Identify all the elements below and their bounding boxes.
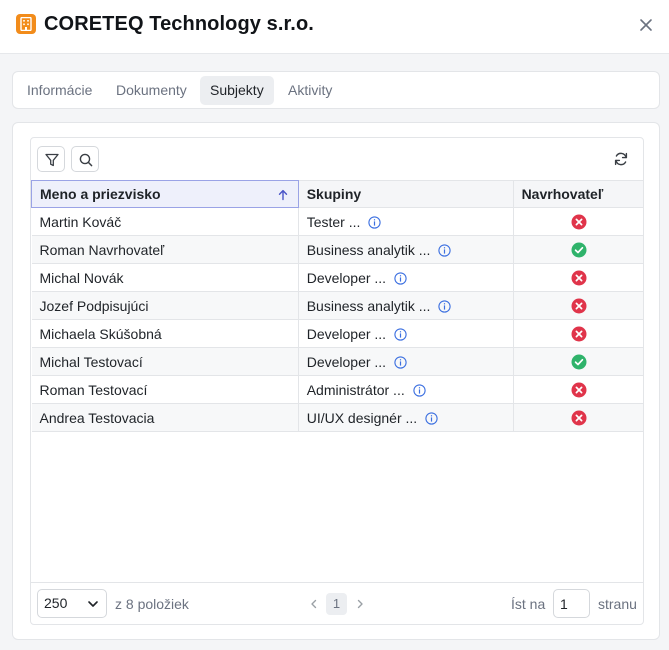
cell-proposer (513, 207, 643, 236)
cell-groups: Business analytik ... (298, 291, 514, 320)
cell-name: Michal Testovací (31, 347, 299, 376)
column-header-label: Meno a priezvisko (40, 186, 161, 202)
goto-page-suffix: stranu (598, 596, 637, 612)
info-icon[interactable] (438, 243, 452, 257)
column-header-proposer[interactable]: Navrhovateľ (513, 180, 643, 208)
check-circle-icon (571, 353, 587, 370)
x-circle-icon (571, 269, 587, 286)
tab-bar: Informácie Dokumenty Subjekty Aktivity (12, 71, 660, 109)
info-icon[interactable] (394, 271, 407, 285)
dialog-header: CORETEQ Technology s.r.o. (0, 0, 669, 54)
column-header-label: Navrhovateľ (521, 186, 604, 202)
info-icon[interactable] (413, 383, 426, 397)
x-circle-icon (571, 297, 587, 314)
column-header-label: Skupiny (306, 186, 362, 202)
table-row[interactable]: Michal Testovací Developer ... (31, 347, 643, 376)
close-icon[interactable] (638, 17, 654, 33)
groups-text: Developer ... (306, 325, 387, 342)
cell-proposer (513, 375, 643, 404)
table-row[interactable]: Michal Novák Developer ... (31, 263, 643, 292)
cell-name: Roman Navrhovateľ (31, 235, 299, 264)
info-icon[interactable] (425, 411, 438, 425)
cell-name: Roman Testovací (31, 375, 299, 404)
table-header-row: Meno a priezvisko Skupiny Navrhovateľ (31, 180, 643, 208)
groups-text: Tester ... (306, 213, 361, 230)
x-circle-icon (571, 213, 587, 230)
column-header-groups[interactable]: Skupiny (298, 180, 514, 208)
cell-groups: Developer ... (298, 263, 514, 292)
cell-proposer (513, 403, 643, 432)
content-panel: Meno a priezvisko Skupiny Navrhovateľ Ma… (12, 122, 660, 640)
cell-groups: Business analytik ... (298, 235, 514, 264)
column-header-name[interactable]: Meno a priezvisko (31, 180, 299, 208)
table-row[interactable]: Andrea Testovacia UI/UX designér ... (31, 403, 643, 432)
check-circle-icon (571, 241, 587, 258)
page-size-value: 250 (44, 595, 68, 611)
cell-groups: Tester ... (298, 207, 514, 236)
info-icon[interactable] (368, 215, 382, 229)
table-row[interactable]: Roman Navrhovateľ Business analytik ... (31, 235, 643, 264)
table-row[interactable]: Jozef Podpisujúci Business analytik ... (31, 291, 643, 320)
x-circle-icon (571, 381, 587, 398)
x-circle-icon (571, 325, 587, 342)
subjects-table: Meno a priezvisko Skupiny Navrhovateľ Ma… (31, 180, 643, 432)
cell-proposer (513, 235, 643, 264)
chevron-down-icon (88, 601, 98, 607)
cell-groups: Developer ... (298, 347, 514, 376)
page-number-current[interactable]: 1 (326, 593, 347, 615)
cell-groups: UI/UX designér ... (298, 403, 514, 432)
cell-proposer (513, 319, 643, 348)
groups-text: UI/UX designér ... (306, 409, 418, 426)
dialog-title: CORETEQ Technology s.r.o. (44, 13, 314, 35)
cell-proposer (513, 347, 643, 376)
table-row[interactable]: Michaela Skúšobná Developer ... (31, 319, 643, 348)
cell-name: Martin Kováč (31, 207, 299, 236)
x-circle-icon (571, 409, 587, 426)
cell-name: Andrea Testovacia (31, 403, 299, 432)
tab-subjekty[interactable]: Subjekty (200, 76, 274, 105)
table-row[interactable]: Roman Testovací Administrátor ... (31, 375, 643, 404)
table-footer: 250 z 8 položiek 1 Íst na stranu (31, 582, 643, 624)
cell-name: Jozef Podpisujúci (31, 291, 299, 320)
refresh-icon[interactable] (613, 151, 629, 167)
info-icon[interactable] (394, 327, 407, 341)
info-icon[interactable] (438, 299, 452, 313)
tab-informacie[interactable]: Informácie (17, 76, 102, 105)
table-row[interactable]: Martin Kováč Tester ... (31, 207, 643, 236)
cell-proposer (513, 291, 643, 320)
groups-text: Developer ... (306, 269, 387, 286)
groups-text: Business analytik ... (306, 297, 431, 314)
cell-name: Michal Novák (31, 263, 299, 292)
info-icon[interactable] (394, 355, 407, 369)
search-button[interactable] (71, 146, 99, 172)
groups-text: Business analytik ... (306, 241, 431, 258)
goto-page-input[interactable] (553, 589, 590, 618)
subjects-table-card: Meno a priezvisko Skupiny Navrhovateľ Ma… (30, 137, 644, 625)
tab-aktivity[interactable]: Aktivity (278, 76, 342, 105)
tab-dokumenty[interactable]: Dokumenty (106, 76, 197, 105)
cell-proposer (513, 263, 643, 292)
goto-page-label: Íst na (511, 596, 546, 612)
arrow-up-icon (277, 188, 289, 204)
cell-name: Michaela Skúšobná (31, 319, 299, 348)
cell-groups: Administrátor ... (298, 375, 514, 404)
chevron-left-icon[interactable] (308, 596, 320, 612)
filter-button[interactable] (37, 146, 65, 172)
items-count: z 8 položiek (115, 596, 189, 612)
groups-text: Administrátor ... (306, 381, 405, 398)
cell-groups: Developer ... (298, 319, 514, 348)
page-size-select[interactable]: 250 (37, 589, 107, 618)
groups-text: Developer ... (306, 353, 387, 370)
building-icon (16, 14, 36, 34)
chevron-right-icon[interactable] (354, 596, 366, 612)
